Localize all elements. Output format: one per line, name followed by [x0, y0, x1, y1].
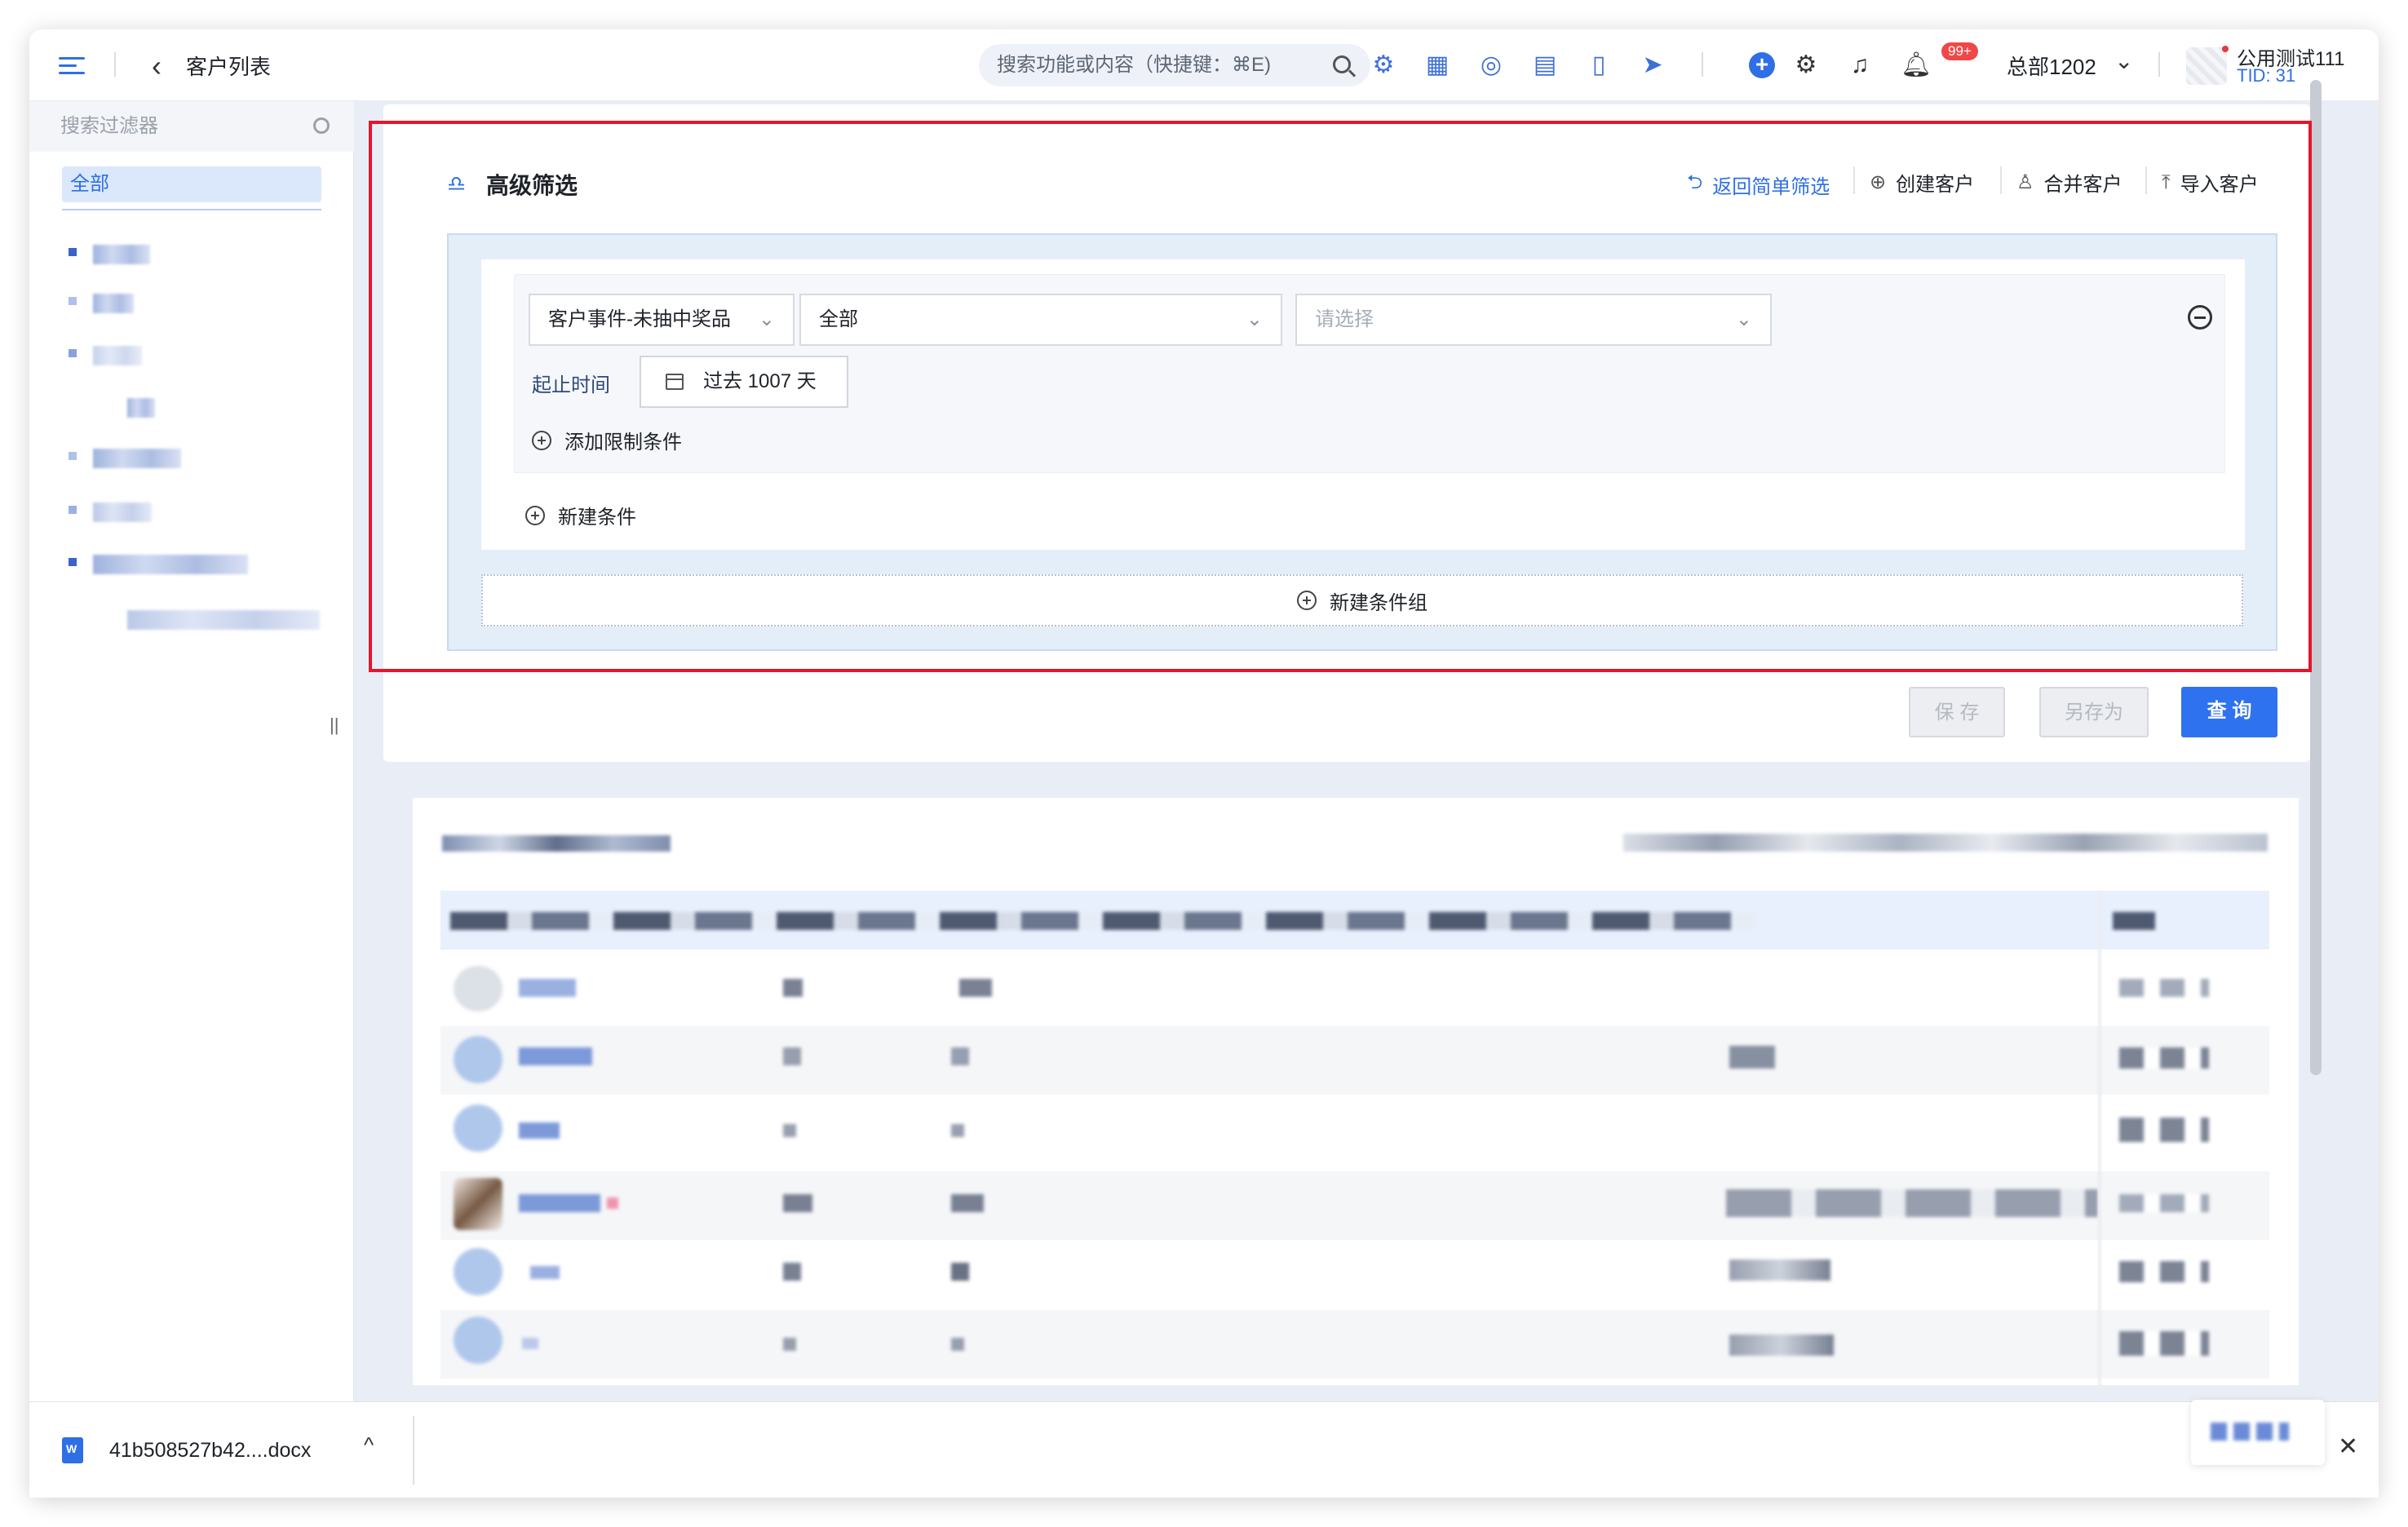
headset-support-icon[interactable]: ♫ — [1845, 51, 1875, 80]
search-icon[interactable] — [313, 117, 330, 134]
clipboard-icon[interactable]: ▯ — [1584, 51, 1613, 80]
download-bar — [29, 1401, 2379, 1498]
settings-gear-icon[interactable]: ⚙ — [1791, 51, 1821, 80]
word-document-icon — [62, 1437, 83, 1463]
download-file-name[interactable]: 41b508527b42....docx — [109, 1439, 311, 1463]
customer-name[interactable] — [519, 1047, 592, 1065]
customer-name[interactable] — [530, 1266, 560, 1279]
table-cell — [783, 979, 803, 997]
global-search-placeholder: 搜索功能或内容（快捷键：⌘E) — [997, 54, 1271, 76]
table-cell — [951, 1263, 969, 1281]
row-actions[interactable] — [2119, 1331, 2209, 1356]
global-search-input[interactable]: 搜索功能或内容（快捷键：⌘E) — [979, 44, 1370, 86]
filter-search-placeholder: 搜索过滤器 — [60, 115, 158, 137]
save-as-button[interactable]: 另存为 — [2039, 687, 2149, 737]
table-cell — [783, 1047, 801, 1065]
table-cell — [1726, 1189, 2098, 1217]
top-bar: ‹ 客户列表 搜索功能或内容（快捷键：⌘E) ⚙ ▦ ◎ ▤ ▯ ➤ + ⚙ ♫… — [29, 29, 2379, 101]
close-icon[interactable]: ✕ — [2338, 1432, 2358, 1461]
menu-icon[interactable] — [59, 52, 85, 78]
workflow-icon[interactable]: ⚙ — [1369, 51, 1398, 80]
sidebar-item-all[interactable]: 全部 — [62, 166, 321, 202]
table-cell — [951, 1124, 964, 1137]
scrollbar[interactable] — [2310, 80, 2322, 1075]
column-divider — [2098, 891, 2101, 1396]
list-toolbar — [1623, 834, 2268, 852]
avatar — [454, 1104, 502, 1152]
table-cell — [951, 1194, 984, 1212]
table-cell — [783, 1338, 796, 1351]
query-button[interactable]: 查 询 — [2181, 687, 2277, 737]
customer-name[interactable] — [519, 1194, 600, 1212]
avatar — [454, 1248, 502, 1295]
table-cell — [1729, 1259, 1830, 1281]
filter-sidebar: 搜索过滤器 全部 — [29, 101, 354, 1401]
store-icon[interactable]: ▤ — [1530, 51, 1560, 80]
filter-search-input[interactable]: 搜索过滤器 — [29, 101, 354, 152]
add-icon[interactable]: + — [1749, 52, 1775, 78]
send-icon[interactable]: ➤ — [1638, 51, 1667, 80]
row-actions[interactable] — [2119, 1118, 2209, 1142]
user-tid: TID: 31 — [2237, 65, 2296, 86]
chevron-up-icon[interactable]: ^ — [364, 1432, 374, 1458]
avatar[interactable] — [2186, 47, 2227, 85]
table-header-actions — [2113, 912, 2155, 930]
resize-handle[interactable]: || — [330, 715, 339, 736]
highlight-box — [369, 121, 2312, 672]
bell-icon[interactable]: 🔔︎ — [1901, 51, 1932, 80]
customer-name[interactable] — [519, 1122, 560, 1139]
table-cell — [1729, 1334, 1834, 1356]
avatar — [454, 966, 502, 1011]
show-all-downloads[interactable] — [2191, 1400, 2325, 1465]
avatar — [454, 1317, 502, 1364]
customer-name[interactable] — [522, 1338, 538, 1349]
save-button[interactable]: 保 存 — [1909, 687, 2005, 737]
row-actions[interactable] — [2119, 979, 2209, 997]
divider — [114, 52, 116, 77]
status-dot — [2222, 46, 2229, 52]
org-selector[interactable]: 总部1202 — [2007, 51, 2096, 81]
table-cell — [959, 979, 992, 997]
chevron-down-icon[interactable]: ⌄ — [2114, 47, 2133, 74]
table-cell — [783, 1194, 812, 1212]
divider — [1702, 52, 1703, 77]
table-row — [440, 1026, 2269, 1095]
search-icon[interactable] — [1333, 55, 1351, 73]
row-actions[interactable] — [2119, 1194, 2209, 1212]
blurred-label — [2211, 1423, 2289, 1441]
avatar — [454, 1036, 502, 1083]
table-cell — [1729, 1046, 1775, 1069]
divider — [62, 209, 321, 210]
list-header-text — [442, 835, 671, 852]
row-actions[interactable] — [2119, 1261, 2209, 1282]
notification-badge: 99+ — [1941, 42, 1978, 60]
back-chevron-icon[interactable]: ‹ — [152, 49, 162, 83]
table-cell — [951, 1047, 969, 1065]
qrcode-icon[interactable]: ▦ — [1423, 51, 1452, 80]
row-actions[interactable] — [2119, 1047, 2209, 1069]
divider — [2158, 52, 2160, 77]
table-header-cells — [450, 912, 1755, 930]
target-icon[interactable]: ◎ — [1476, 51, 1506, 80]
table-row — [440, 1310, 2269, 1379]
divider — [413, 1416, 414, 1485]
tag — [607, 1197, 618, 1209]
avatar — [454, 1178, 502, 1230]
customer-name[interactable] — [519, 979, 576, 997]
table-cell — [783, 1263, 801, 1281]
table-cell — [783, 1124, 796, 1137]
page-title: 客户列表 — [186, 55, 272, 79]
table-cell — [951, 1338, 964, 1351]
